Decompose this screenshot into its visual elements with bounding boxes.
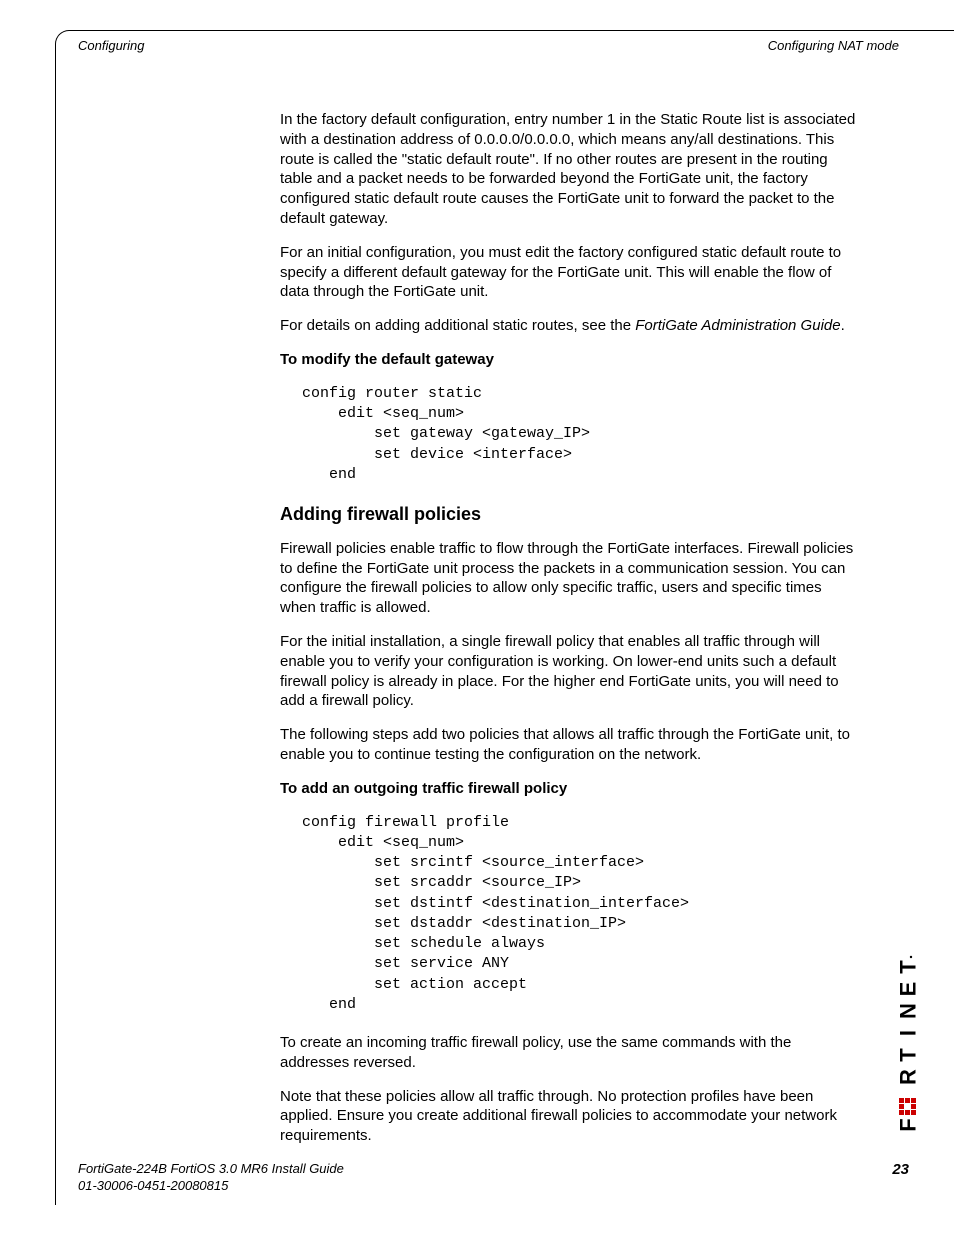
- header-right: Configuring NAT mode: [768, 38, 954, 53]
- page-number: 23: [892, 1161, 909, 1178]
- footer-left: FortiGate-224B FortiOS 3.0 MR6 Install G…: [78, 1161, 344, 1195]
- svg-text:I: I: [897, 1026, 919, 1036]
- paragraph: For an initial configuration, you must e…: [280, 243, 860, 302]
- paragraph: For the initial installation, a single f…: [280, 632, 860, 711]
- svg-text:R: R: [897, 1065, 919, 1085]
- paragraph: Note that these policies allow all traff…: [280, 1087, 860, 1146]
- section-heading: Adding firewall policies: [280, 503, 860, 527]
- paragraph: For details on adding additional static …: [280, 316, 860, 336]
- fortinet-logo: F R T I N E T: [892, 935, 914, 1135]
- svg-text:T: T: [897, 956, 919, 973]
- reference-title: FortiGate Administration Guide: [635, 317, 840, 334]
- sub-heading: To modify the default gateway: [280, 350, 860, 370]
- svg-text:T: T: [897, 1044, 919, 1061]
- code-block: config firewall profile edit <seq_num> s…: [302, 813, 860, 1016]
- svg-text:F: F: [897, 1114, 919, 1131]
- text: .: [841, 317, 845, 334]
- page-footer: FortiGate-224B FortiOS 3.0 MR6 Install G…: [78, 1161, 909, 1195]
- text: For details on adding additional static …: [280, 317, 635, 334]
- svg-text:N: N: [897, 999, 919, 1019]
- footer-title: FortiGate-224B FortiOS 3.0 MR6 Install G…: [78, 1161, 344, 1178]
- main-content: In the factory default configuration, en…: [280, 110, 860, 1160]
- paragraph: Firewall policies enable traffic to flow…: [280, 539, 860, 618]
- sub-heading: To add an outgoing traffic firewall poli…: [280, 779, 860, 799]
- footer-docid: 01-30006-0451-20080815: [78, 1178, 344, 1195]
- paragraph: The following steps add two policies tha…: [280, 725, 860, 765]
- header-left: Configuring: [78, 38, 145, 53]
- code-block: config router static edit <seq_num> set …: [302, 384, 860, 485]
- page-header: Configuring Configuring NAT mode: [78, 38, 954, 53]
- paragraph: To create an incoming traffic firewall p…: [280, 1033, 860, 1073]
- paragraph: In the factory default configuration, en…: [280, 110, 860, 229]
- svg-text:E: E: [897, 978, 919, 997]
